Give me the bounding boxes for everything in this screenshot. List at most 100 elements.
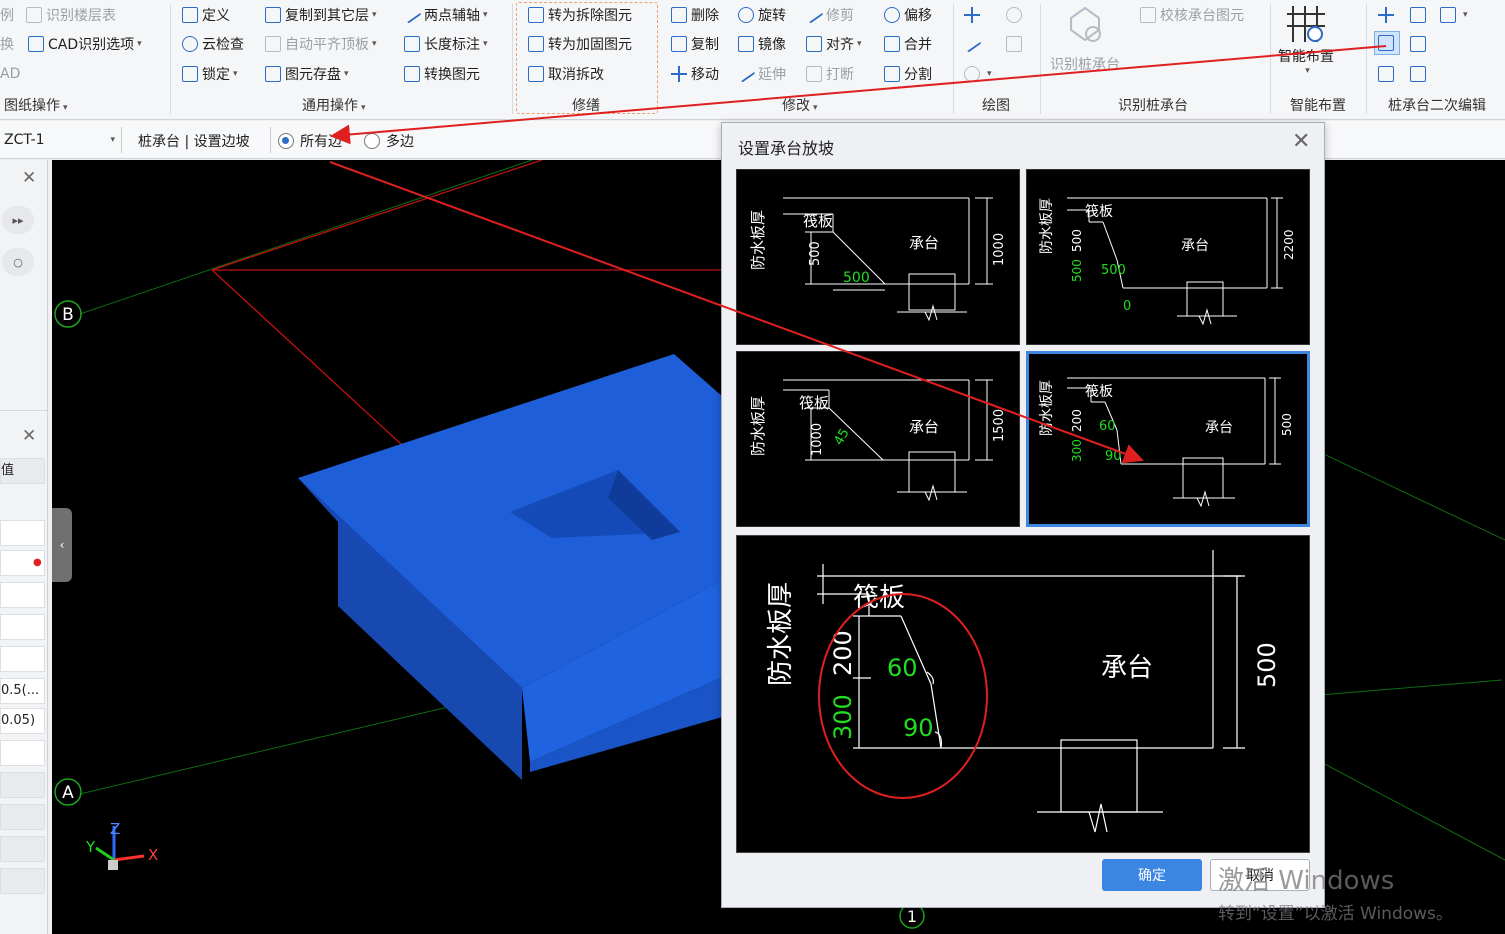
cap-edit-tool-5[interactable] — [1410, 31, 1430, 57]
property-row-value-1[interactable]: 0.5(... — [0, 678, 45, 704]
group-label-general-ops[interactable]: 通用操作 ▾ — [302, 95, 366, 115]
property-row[interactable] — [0, 614, 45, 640]
dim-top: 200 — [829, 630, 857, 676]
property-row-value-2[interactable]: 0.05) — [0, 708, 45, 734]
slope-diagram-4: 防水板厚 筏板 承台 200 300 60 90 500 — [1039, 377, 1294, 508]
define-button[interactable]: 定义 — [182, 2, 230, 28]
offset-button[interactable]: 偏移 — [884, 2, 932, 28]
slope-preview-diagram: 防水板厚 筏板 承台 200 300 60 90 500 — [766, 550, 1281, 833]
move-button[interactable]: 移动 — [671, 61, 719, 87]
convert-to-demolish-button[interactable]: 转为拆除图元 — [528, 2, 632, 28]
break-button[interactable]: 打断 — [806, 61, 854, 87]
slope-diagram-2: 防水板厚 筏板 承台 500 500 500 0 2200 — [1039, 197, 1296, 326]
radio-multiple-edges[interactable]: 多边 — [364, 131, 414, 151]
cloud-check-button[interactable]: 云检查 — [182, 31, 244, 57]
cap-edit-tool-2[interactable] — [1410, 2, 1430, 28]
rectangle-icon — [1006, 36, 1022, 52]
draw-arc-button[interactable]: ▾ — [964, 61, 992, 87]
axis-triad-y: Y — [85, 838, 96, 856]
dropdown-arrow-icon: ▾ — [137, 39, 142, 49]
slope-option-1[interactable]: 防水板厚 筏板 承台 500 500 1000 — [736, 169, 1020, 345]
length-dimension-button[interactable]: 长度标注 ▾ — [404, 31, 488, 57]
group-label-drawing-ops[interactable]: 图纸操作 ▾ — [4, 95, 68, 115]
ribbon-edge-item-3[interactable]: AD — [0, 61, 20, 87]
axis-bubble-b: B — [54, 300, 82, 328]
ok-button[interactable]: 确定 — [1102, 859, 1202, 891]
label-cap: 承台 — [909, 418, 939, 436]
smart-layout-button[interactable]: 智能布置 ▾ — [1278, 2, 1334, 76]
cap-edit-icon — [1378, 66, 1394, 82]
cad-options-icon — [28, 36, 44, 52]
split-button[interactable]: 分割 — [884, 61, 932, 87]
label-cap: 承台 — [1205, 420, 1233, 436]
cap-edit-tool-3[interactable]: ▾ — [1440, 2, 1468, 28]
draw-rotate-point-button[interactable] — [1006, 2, 1026, 28]
close-icon[interactable]: ✕ — [22, 426, 36, 446]
two-point-axis-button[interactable]: 两点辅轴 ▾ — [402, 2, 488, 28]
group-label-modify[interactable]: 修改 ▾ — [782, 95, 818, 115]
property-row[interactable] — [0, 868, 45, 894]
draw-rect-button[interactable] — [1006, 31, 1026, 57]
trim-button[interactable]: 修剪 — [804, 2, 854, 28]
save-element-button[interactable]: 图元存盘 ▾ — [265, 61, 349, 87]
merge-icon — [884, 36, 900, 52]
lock-button[interactable]: 锁定 ▾ — [182, 61, 238, 87]
cap-edit-tool-7[interactable] — [1410, 61, 1430, 87]
close-icon[interactable]: ✕ — [22, 168, 36, 188]
extend-button[interactable]: 延伸 — [736, 61, 786, 87]
align-button[interactable]: 对齐 ▾ — [806, 31, 862, 57]
label-cap: 承台 — [909, 234, 939, 252]
property-row[interactable] — [0, 740, 45, 766]
cap-edit-tool-1[interactable] — [1378, 2, 1398, 28]
ribbon-edge-item-2[interactable]: 换 — [0, 31, 14, 57]
axis-triad-z: Z — [110, 820, 120, 838]
auto-align-top-button[interactable]: 自动平齐顶板 ▾ — [265, 31, 377, 57]
property-row[interactable] — [0, 646, 45, 672]
slope-option-2[interactable]: 防水板厚 筏板 承台 500 500 500 0 2200 — [1026, 169, 1310, 345]
dim-right: 2200 — [1282, 229, 1296, 260]
cad-identify-options-button[interactable]: CAD识别选项 ▾ — [28, 31, 142, 57]
copy-button[interactable]: 复制 — [671, 31, 719, 57]
property-row[interactable] — [0, 836, 45, 862]
set-slope-icon — [1378, 35, 1394, 51]
ribbon-edge-item-1[interactable]: 例 — [0, 2, 14, 28]
identify-floor-table-button[interactable]: 识别楼层表 — [26, 2, 116, 28]
trim-icon — [804, 6, 824, 24]
property-row[interactable]: ● — [0, 550, 45, 576]
property-row[interactable] — [0, 772, 45, 798]
slope-option-4-selected[interactable]: 防水板厚 筏板 承台 200 300 60 90 500 — [1026, 351, 1310, 527]
draw-line-button[interactable] — [962, 31, 984, 57]
slope-option-3[interactable]: 防水板厚 筏板 承台 1000 45 1500 — [736, 351, 1020, 527]
cancel-button[interactable]: 取消 — [1210, 859, 1310, 891]
collapse-panel-handle[interactable]: ‹ — [52, 508, 72, 582]
convert-icon — [404, 66, 420, 82]
layer-select[interactable]: ZCT-1 ▾ — [0, 127, 122, 153]
check-pile-cap-button[interactable]: 校核承台图元 — [1140, 2, 1244, 28]
delete-button[interactable]: 删除 — [671, 2, 719, 28]
property-row[interactable] — [0, 520, 45, 546]
copy-to-other-floor-button[interactable]: 复制到其它层 ▾ — [265, 2, 377, 28]
axis-triad: X Y Z — [85, 820, 158, 870]
dim-green-zero: 0 — [1123, 299, 1131, 314]
mirror-button[interactable]: 镜像 — [738, 31, 786, 57]
chevron-down-icon: ▾ — [110, 135, 115, 145]
label-waterproof: 防水板厚 — [1039, 198, 1055, 254]
cancel-demolish-button[interactable]: 取消拆改 — [528, 61, 604, 87]
rotate-button[interactable]: 旋转 — [738, 2, 786, 28]
expand-panel-button[interactable]: ▸▸ — [2, 206, 34, 234]
set-slope-button[interactable] — [1374, 31, 1400, 55]
dim-left: 500 — [808, 241, 823, 266]
convert-element-button[interactable]: 转换图元 — [404, 61, 480, 87]
close-icon[interactable]: ✕ — [1292, 129, 1310, 154]
group-label-smart: 智能布置 — [1290, 98, 1346, 114]
merge-button[interactable]: 合并 — [884, 31, 932, 57]
dim-right: 500 — [1253, 642, 1281, 688]
search-icon[interactable]: ○ — [2, 248, 34, 276]
property-row[interactable] — [0, 582, 45, 608]
cap-edit-tool-6[interactable] — [1378, 61, 1398, 87]
radio-all-edges[interactable]: 所有边 — [278, 131, 342, 151]
convert-to-reinforce-button[interactable]: 转为加固图元 — [528, 31, 632, 57]
property-row[interactable] — [0, 804, 45, 830]
identify-pile-cap-button[interactable]: 识别桩承台 — [1050, 4, 1120, 74]
draw-point-button[interactable] — [964, 2, 984, 28]
